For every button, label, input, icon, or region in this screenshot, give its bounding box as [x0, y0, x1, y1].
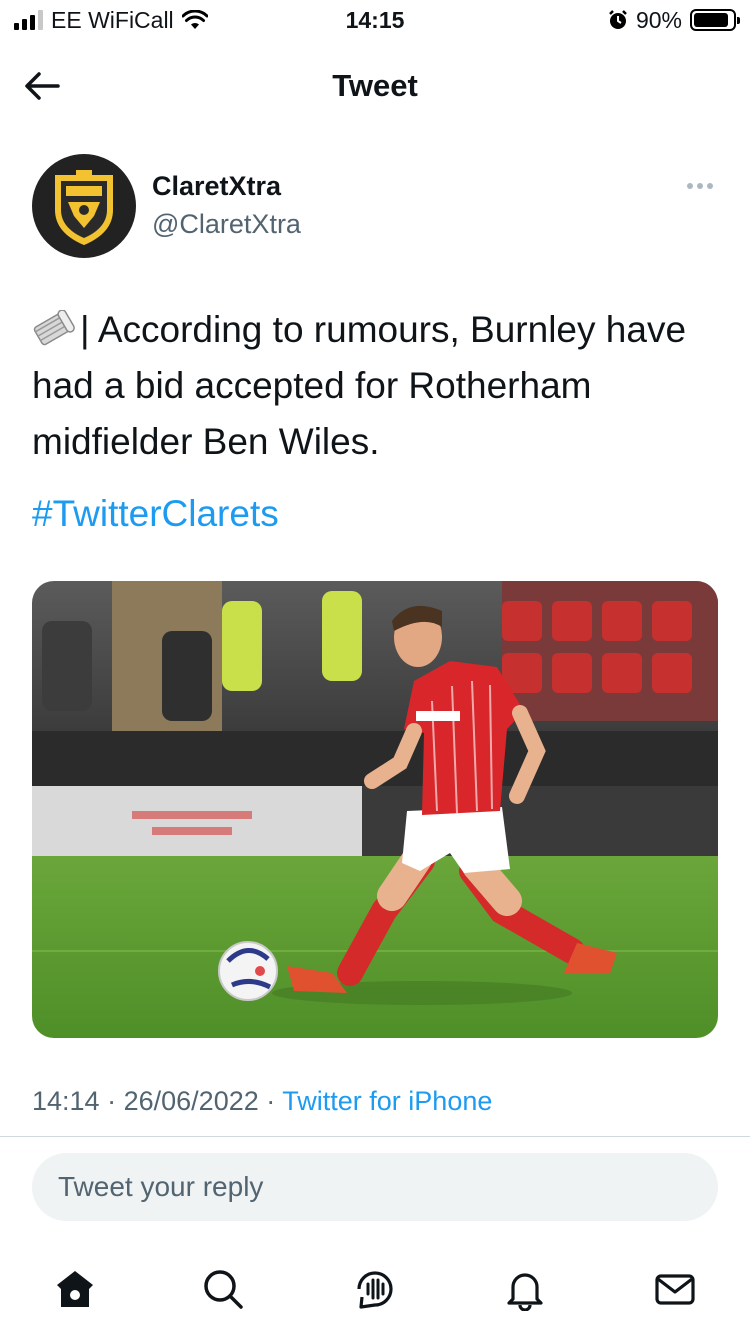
- tab-notifications[interactable]: [500, 1264, 550, 1314]
- tweet-text-block: | According to rumours, Burnley have had…: [32, 302, 722, 470]
- search-icon: [204, 1270, 243, 1309]
- author-name[interactable]: ClaretXtra: [152, 171, 281, 202]
- separator: ·: [266, 1086, 276, 1116]
- tab-bar: [0, 1250, 750, 1334]
- tweet-media-photo[interactable]: [32, 581, 718, 1038]
- battery-icon: [690, 9, 740, 31]
- battery-percent: 90%: [635, 6, 682, 33]
- tweet-time: 14:14: [32, 1086, 100, 1116]
- reply-placeholder: Tweet your reply: [58, 1171, 264, 1202]
- crest-logo: [55, 170, 113, 246]
- tweet-date: 26/06/2022: [123, 1086, 259, 1116]
- reply-input[interactable]: Tweet your reply: [32, 1153, 718, 1221]
- home-icon: [57, 1271, 93, 1307]
- messages-icon: [655, 1274, 695, 1305]
- spaces-icon: [357, 1271, 393, 1309]
- separator: ·: [107, 1086, 117, 1116]
- notifications-icon: [507, 1273, 543, 1311]
- avatar[interactable]: [32, 154, 136, 258]
- newspaper-emoji-icon: [33, 310, 75, 346]
- tab-home[interactable]: [50, 1264, 100, 1314]
- tab-spaces[interactable]: [350, 1264, 400, 1314]
- more-options-icon[interactable]: [680, 174, 720, 198]
- football-photo: [32, 581, 718, 1038]
- tab-search[interactable]: [198, 1264, 248, 1314]
- hashtag-link[interactable]: #TwitterClarets: [32, 486, 279, 542]
- tweet-text: | According to rumours, Burnley have had…: [32, 309, 687, 462]
- author-handle[interactable]: @ClaretXtra: [152, 209, 301, 240]
- tweet-source-link[interactable]: Twitter for iPhone: [282, 1086, 492, 1116]
- page-title: Tweet: [332, 68, 418, 103]
- tweet-metadata: 14:14 · 26/06/2022 · Twitter for iPhone: [32, 1086, 492, 1117]
- divider: [0, 1136, 750, 1137]
- status-right: 90%: [608, 6, 740, 34]
- alarm-icon: [609, 10, 627, 29]
- status-bar: EE WiFiCall 14:15 90%: [0, 0, 750, 40]
- tab-messages[interactable]: [650, 1264, 700, 1314]
- header: Tweet: [0, 50, 750, 120]
